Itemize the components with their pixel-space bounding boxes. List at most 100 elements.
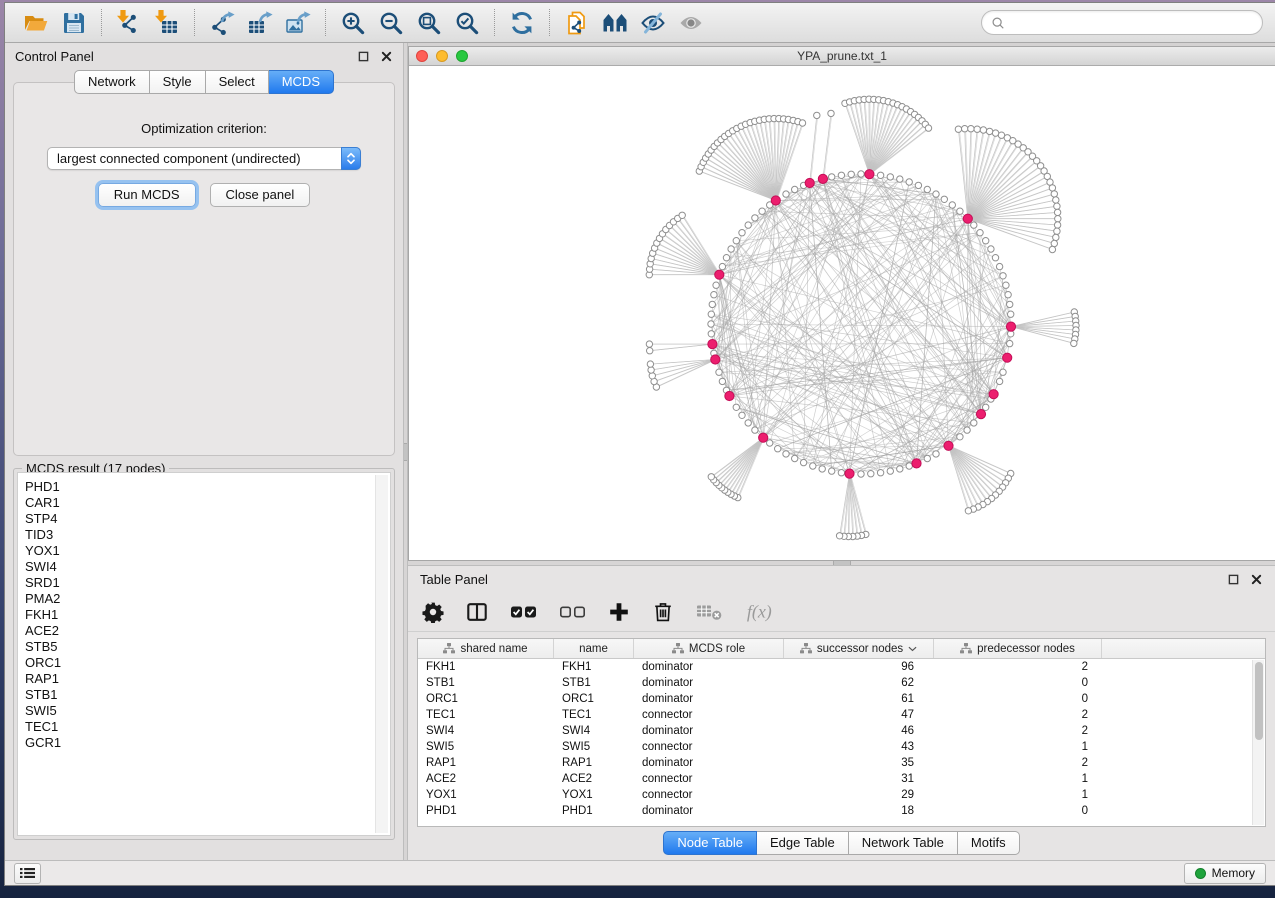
mcds-result-item[interactable]: CAR1 <box>25 495 390 511</box>
show-column-panel-button[interactable] <box>466 601 488 623</box>
task-history-button[interactable] <box>14 863 41 884</box>
search-input[interactable] <box>1010 16 1253 30</box>
zoom-out-button[interactable] <box>373 7 409 39</box>
zoom-in-button[interactable] <box>335 7 371 39</box>
hide-selected-button[interactable] <box>635 7 671 39</box>
toolbar-separator <box>325 9 326 36</box>
tab-node-table[interactable]: Node Table <box>663 831 757 855</box>
right-column: YPA_prune.txt_1 Table Panel <box>408 43 1275 860</box>
optimization-criterion-label: Optimization criterion: <box>14 121 394 136</box>
show-all-button <box>673 7 709 39</box>
import-table-button[interactable] <box>149 7 185 39</box>
column-header-name[interactable]: name <box>554 639 634 658</box>
table-row[interactable]: ACE2ACE2connector311 <box>418 771 1265 787</box>
delete-column-button[interactable] <box>652 601 674 623</box>
table-scrollbar[interactable] <box>1252 660 1264 825</box>
zoom-selected-button[interactable] <box>449 7 485 39</box>
float-table-panel-icon[interactable] <box>1226 572 1240 586</box>
mcds-result-list[interactable]: PHD1CAR1STP4TID3YOX1SWI4SRD1PMA2FKH1ACE2… <box>17 472 391 836</box>
close-table-panel-icon[interactable] <box>1249 572 1263 586</box>
mcds-result-item[interactable]: RAP1 <box>25 671 390 687</box>
mcds-result-item[interactable]: SWI4 <box>25 559 390 575</box>
cell-shared-name: SWI4 <box>418 725 554 737</box>
column-header-shared-name[interactable]: shared name <box>418 639 554 658</box>
network-canvas[interactable] <box>409 66 1275 560</box>
table-row[interactable]: PHD1PHD1dominator180 <box>418 803 1265 819</box>
run-mcds-button[interactable]: Run MCDS <box>98 183 196 207</box>
control-panel: Control Panel NetworkStyleSelectMCDS Opt… <box>5 43 403 860</box>
first-neighbors-button[interactable] <box>597 7 633 39</box>
cell-shared-name: SWI5 <box>418 741 554 753</box>
float-panel-icon[interactable] <box>356 50 370 64</box>
mcds-result-item[interactable]: FKH1 <box>25 607 390 623</box>
mcds-result-item[interactable]: TID3 <box>25 527 390 543</box>
cell-name: TEC1 <box>554 709 634 721</box>
zoom-fit-button[interactable] <box>411 7 447 39</box>
column-label: shared name <box>460 643 527 655</box>
apply-preferred-layout-button[interactable] <box>504 7 540 39</box>
close-panel-icon[interactable] <box>379 50 393 64</box>
add-column-button[interactable] <box>608 601 630 623</box>
mcds-result-groupbox: MCDS result (17 nodes) PHD1CAR1STP4TID3Y… <box>13 468 395 840</box>
open-file-button[interactable] <box>18 7 54 39</box>
vertical-splitter-handle[interactable] <box>404 443 407 461</box>
export-image-button[interactable] <box>280 7 316 39</box>
mcds-result-item[interactable]: ACE2 <box>25 623 390 639</box>
close-panel-button[interactable]: Close panel <box>210 183 311 207</box>
table-row[interactable]: YOX1YOX1connector291 <box>418 787 1265 803</box>
table-scrollbar-thumb[interactable] <box>1255 662 1263 740</box>
mcds-result-item[interactable]: SRD1 <box>25 575 390 591</box>
column-header-predecessor-nodes[interactable]: predecessor nodes <box>934 639 1102 658</box>
export-network-button[interactable] <box>204 7 240 39</box>
tab-motifs[interactable]: Motifs <box>958 831 1020 855</box>
cell-shared-name: PHD1 <box>418 805 554 817</box>
deselect-all-checkbox-button[interactable] <box>559 601 586 623</box>
cell-successor-nodes: 46 <box>784 725 934 737</box>
cell-predecessor-nodes: 1 <box>934 741 1102 753</box>
table-row[interactable]: STB1STB1dominator620 <box>418 675 1265 691</box>
horizontal-splitter[interactable] <box>408 561 1275 566</box>
save-session-button[interactable] <box>56 7 92 39</box>
cell-predecessor-nodes: 0 <box>934 677 1102 689</box>
table-row[interactable]: FKH1FKH1dominator962 <box>418 659 1265 675</box>
tab-network[interactable]: Network <box>74 70 150 94</box>
mcds-result-item[interactable]: STB1 <box>25 687 390 703</box>
mcds-result-item[interactable]: ORC1 <box>25 655 390 671</box>
vertical-splitter[interactable] <box>403 43 408 860</box>
mcds-result-item[interactable]: YOX1 <box>25 543 390 559</box>
mcds-result-item[interactable]: SWI5 <box>25 703 390 719</box>
table-row[interactable]: SWI5SWI5connector431 <box>418 739 1265 755</box>
mcds-result-item[interactable]: PHD1 <box>25 479 390 495</box>
table-options-gear-button[interactable] <box>422 601 444 623</box>
table-row[interactable]: RAP1RAP1dominator352 <box>418 755 1265 771</box>
criterion-dropdown[interactable]: largest connected component (undirected) <box>47 147 361 170</box>
import-network-button[interactable] <box>111 7 147 39</box>
cell-MCDS-role: connector <box>634 741 784 753</box>
new-network-from-selection-button[interactable] <box>559 7 595 39</box>
cell-name: STB1 <box>554 677 634 689</box>
tab-edge-table[interactable]: Edge Table <box>757 831 849 855</box>
column-header-successor-nodes[interactable]: successor nodes <box>784 639 934 658</box>
mcds-list-scrollbar[interactable] <box>375 475 388 833</box>
table-row[interactable]: SWI4SWI4dominator462 <box>418 723 1265 739</box>
export-table-button[interactable] <box>242 7 278 39</box>
tab-network-table[interactable]: Network Table <box>849 831 958 855</box>
cell-successor-nodes: 62 <box>784 677 934 689</box>
mcds-result-item[interactable]: PMA2 <box>25 591 390 607</box>
cell-MCDS-role: dominator <box>634 805 784 817</box>
memory-status-dot <box>1195 868 1206 879</box>
mcds-result-item[interactable]: STP4 <box>25 511 390 527</box>
tab-style[interactable]: Style <box>150 70 206 94</box>
mcds-result-item[interactable]: TEC1 <box>25 719 390 735</box>
mcds-result-item[interactable]: STB5 <box>25 639 390 655</box>
column-header-MCDS-role[interactable]: MCDS role <box>634 639 784 658</box>
select-all-checkbox-button[interactable] <box>510 601 537 623</box>
table-row[interactable]: TEC1TEC1connector472 <box>418 707 1265 723</box>
search-box[interactable] <box>981 10 1263 35</box>
mcds-result-item[interactable]: GCR1 <box>25 735 390 751</box>
memory-button[interactable]: Memory <box>1184 863 1266 884</box>
tab-mcds[interactable]: MCDS <box>269 70 334 94</box>
horizontal-splitter-handle[interactable] <box>833 561 851 565</box>
tab-select[interactable]: Select <box>206 70 269 94</box>
table-row[interactable]: ORC1ORC1dominator610 <box>418 691 1265 707</box>
